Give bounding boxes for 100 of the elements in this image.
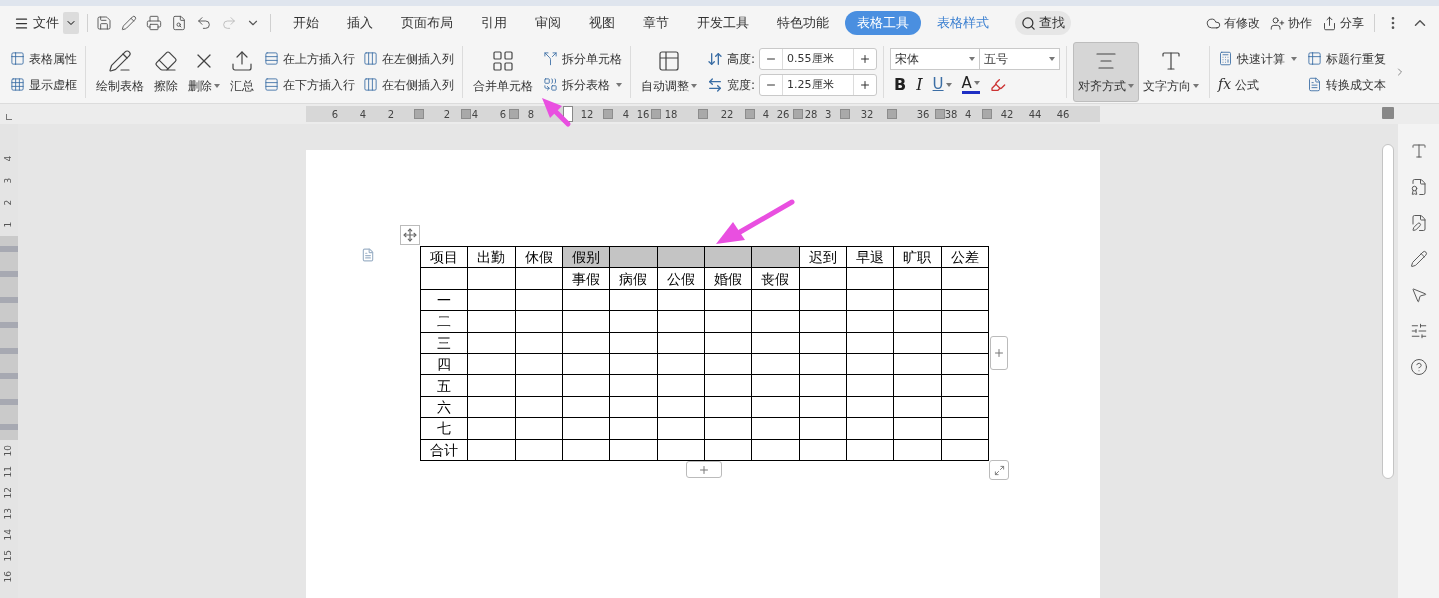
- formula-button[interactable]: fx 公式: [1216, 73, 1300, 96]
- split-table-button[interactable]: 拆分表格: [541, 73, 624, 96]
- ribbon-tab[interactable]: 插入: [335, 11, 385, 35]
- table-move-handle[interactable]: [400, 225, 420, 245]
- insert-column-right-button[interactable]: 在右侧插入列: [361, 73, 456, 96]
- column-marker[interactable]: [745, 109, 756, 119]
- ribbon-tab[interactable]: 页面布局: [389, 11, 465, 35]
- toolbar-action[interactable]: 协作: [1270, 14, 1312, 32]
- column-marker[interactable]: [650, 109, 661, 119]
- cursor-icon[interactable]: [1409, 286, 1428, 304]
- insert-column-left-button[interactable]: 在左侧插入列: [361, 47, 456, 70]
- menu-icon: [14, 15, 29, 31]
- plus-icon: [993, 347, 1005, 359]
- indent-marker-icon[interactable]: [563, 106, 573, 122]
- ribbon-tab[interactable]: 视图: [577, 11, 627, 35]
- table-cell: 三: [420, 332, 468, 354]
- scrollbar-thumb[interactable]: [1382, 144, 1394, 479]
- ribbon-tab[interactable]: 审阅: [523, 11, 573, 35]
- insert-row-above-button[interactable]: 在上方插入行: [262, 47, 357, 70]
- ruler-number: 26: [776, 107, 790, 122]
- draw-table-icon: [108, 48, 132, 73]
- repeat-header-button[interactable]: 标题行重复: [1305, 47, 1389, 70]
- user-plus-icon: [1270, 15, 1285, 31]
- column-marker[interactable]: [697, 109, 708, 119]
- ruler-number: 46: [1056, 107, 1070, 122]
- convert-to-text-button[interactable]: 转换成文本: [1305, 73, 1389, 96]
- quick-calc-button[interactable]: 快速计算: [1216, 47, 1300, 70]
- font-select[interactable]: 宋体: [890, 47, 981, 70]
- ruler-number: 2: [2, 200, 15, 206]
- underline-button[interactable]: U: [932, 73, 952, 96]
- text-icon[interactable]: [1409, 142, 1428, 160]
- table-cell: 公差: [941, 246, 989, 268]
- toolbar-action[interactable]: 分享: [1322, 14, 1364, 32]
- print-preview-icon[interactable]: [171, 15, 187, 31]
- pen-icon[interactable]: [1409, 250, 1428, 268]
- ruler-number: 2: [443, 107, 451, 122]
- column-marker[interactable]: [887, 109, 898, 119]
- show-gridlines-button[interactable]: 显示虚框: [8, 73, 79, 96]
- font-color-button[interactable]: A: [961, 75, 980, 94]
- column-marker[interactable]: [414, 109, 424, 119]
- table-cell: 项目: [420, 246, 468, 268]
- ruler-number: 12: [2, 486, 15, 499]
- width-stepper[interactable]: 1.25厘米: [759, 73, 878, 96]
- table-properties-button[interactable]: 表格属性: [8, 47, 79, 70]
- draw-table-button[interactable]: 绘制表格: [92, 41, 148, 102]
- column-marker[interactable]: [508, 109, 519, 119]
- delete-button[interactable]: 删除: [184, 41, 224, 102]
- add-row-button[interactable]: [686, 461, 722, 478]
- table-properties-icon: [10, 51, 25, 66]
- column-marker[interactable]: [603, 109, 614, 119]
- add-column-button[interactable]: [990, 336, 1008, 370]
- toolbar-action[interactable]: 有修改: [1206, 14, 1260, 32]
- search-button[interactable]: 查找: [1015, 11, 1071, 35]
- sliders-icon[interactable]: [1409, 322, 1428, 340]
- file-dropdown-button[interactable]: [63, 12, 79, 34]
- erase-button[interactable]: 擦除: [150, 41, 182, 102]
- caret-icon: [1049, 56, 1056, 61]
- merge-cells-button[interactable]: 合并单元格: [469, 41, 537, 102]
- ribbon-tab[interactable]: 开始: [281, 11, 331, 35]
- insert-column-left-icon: [363, 51, 378, 66]
- column-marker[interactable]: [934, 109, 945, 119]
- ribbon-tab[interactable]: 表格样式: [925, 11, 1001, 35]
- ribbon-tab[interactable]: 章节: [631, 11, 681, 35]
- table-cell: 早退: [846, 246, 894, 268]
- ruler-number: 15: [2, 549, 15, 562]
- tab-stop-icon[interactable]: [6, 114, 12, 120]
- table-resize-handle[interactable]: [989, 460, 1009, 480]
- help-icon[interactable]: [1409, 358, 1428, 376]
- ribbon-tab[interactable]: 引用: [469, 11, 519, 35]
- italic-button[interactable]: I: [916, 72, 923, 97]
- height-stepper[interactable]: 0.55厘米: [759, 47, 878, 70]
- caret-icon: [1193, 83, 1200, 88]
- ruler-number: 6: [331, 107, 339, 122]
- table-cell: 二: [420, 310, 468, 333]
- ribbon-tab[interactable]: 开发工具: [685, 11, 761, 35]
- column-marker[interactable]: [792, 109, 803, 119]
- ribbon-tab[interactable]: 特色功能: [765, 11, 841, 35]
- file-menu[interactable]: 文件: [10, 11, 63, 35]
- column-marker[interactable]: [839, 109, 850, 119]
- bold-button[interactable]: B: [894, 72, 907, 97]
- caret-icon: [973, 81, 980, 85]
- column-marker[interactable]: [981, 109, 992, 119]
- paragraph-icon[interactable]: [361, 248, 375, 262]
- ruler-toggle-icon[interactable]: [1382, 107, 1394, 119]
- font-size-select[interactable]: 五号: [980, 47, 1061, 70]
- insert-column-right-icon: [363, 77, 378, 92]
- fx-label: fx: [1218, 75, 1232, 94]
- align-button[interactable]: 对齐方式: [1073, 41, 1140, 102]
- insert-row-below-button[interactable]: 在下方插入行: [262, 73, 357, 96]
- highlighter-icon[interactable]: [989, 76, 1006, 93]
- save-icon[interactable]: [96, 15, 112, 31]
- split-cells-button[interactable]: 拆分单元格: [541, 47, 624, 70]
- column-marker[interactable]: [461, 109, 472, 119]
- undo-icon[interactable]: [196, 15, 212, 31]
- autofit-button[interactable]: 自动调整: [637, 41, 701, 102]
- text-direction-button[interactable]: 文字方向: [1139, 41, 1204, 102]
- print-icon[interactable]: [146, 15, 162, 31]
- ruler-number: 16: [636, 107, 650, 122]
- summary-button[interactable]: 汇总: [226, 41, 258, 102]
- autofit-icon: [657, 48, 681, 73]
